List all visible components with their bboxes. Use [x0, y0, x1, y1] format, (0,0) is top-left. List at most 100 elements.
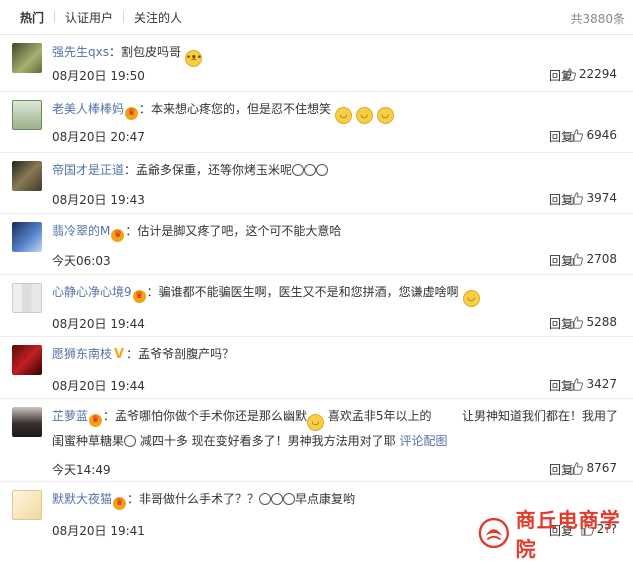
- comment-colon: ：: [126, 347, 139, 361]
- doge-emoji-icon: •ᴥ•: [184, 50, 202, 67]
- comment-line: 芷萝蓝 ♛ ：孟爷哪怕你做个手术你还是那么幽默 ◡ 喜欢孟非5年以上的 让男神知道我们…: [52, 406, 625, 451]
- member-badge-icon: ♛: [111, 229, 125, 242]
- reply-button[interactable]: 回复: [549, 252, 573, 269]
- comment-item: 翡冷翠的M ♛ ：估计是脚又疼了吧，这个可不能大意哈 今天06:03 回复 2708: [0, 214, 633, 275]
- smile-emoji-icon: [316, 164, 329, 176]
- member-badge-icon: ♛: [132, 290, 146, 303]
- thumbs-up-icon: [570, 252, 584, 266]
- reply-button[interactable]: 回复: [549, 315, 573, 332]
- comment-time: 08月20日 19:43: [52, 193, 145, 207]
- tab-verified-users[interactable]: 认证用户: [55, 9, 123, 26]
- smile-emoji-icon: [292, 164, 305, 176]
- member-badge-icon: ♛: [89, 414, 103, 427]
- thumbs-up-icon: [570, 191, 584, 205]
- comment-time: 08月20日 19:44: [52, 379, 145, 393]
- comment-username[interactable]: 帝国才是正道: [52, 163, 124, 177]
- avatar[interactable]: [12, 43, 42, 73]
- avatar[interactable]: [12, 490, 42, 520]
- like-count: 6946: [586, 128, 617, 142]
- reply-button[interactable]: 回复: [549, 461, 573, 478]
- comment-username[interactable]: 强先生qxs: [52, 45, 109, 59]
- comment-colon: ：: [125, 224, 138, 238]
- like-button[interactable]: 2708: [570, 252, 617, 266]
- tab-following[interactable]: 关注的人: [124, 9, 192, 26]
- comment-item: 芷萝蓝 ♛ ：孟爷哪怕你做个手术你还是那么幽默 ◡ 喜欢孟非5年以上的 让男神知道我们…: [0, 399, 633, 482]
- comment-time: 08月20日 20:47: [52, 130, 145, 144]
- sparkle-emoji-icon: [124, 435, 137, 447]
- thumbs-up-icon: [570, 377, 584, 391]
- smile-emoji-icon: [304, 164, 317, 176]
- laughing-emoji-icon: ◡: [355, 107, 373, 124]
- comment-text: 本来想心疼您的，但是忍不住想笑: [151, 102, 332, 116]
- avatar[interactable]: [12, 100, 42, 130]
- crying-emoji-icon: [283, 493, 296, 505]
- comment-item: 心静心净心境9 ♛ ：骗谁都不能骗医生啊，医生又不是和您拼酒，您谦虚啥啊 ◡ 08月…: [0, 275, 633, 337]
- comment-line: 心静心净心境9 ♛ ：骗谁都不能骗医生啊，医生又不是和您拼酒，您谦虚啥啊 ◡: [52, 282, 625, 307]
- comment-username[interactable]: 心静心净心境9: [52, 285, 132, 299]
- like-count: 8767: [586, 461, 617, 475]
- comment-item: 强先生qxs：割包皮吗哥 •ᴥ• 08月20日 19:50 回复 22294: [0, 35, 633, 92]
- like-count: 3974: [586, 191, 617, 205]
- comment-item: 愿狮东南枝 V ：孟爷爷剖腹产吗？ 08月20日 19:44 回复 3427: [0, 337, 633, 399]
- like-button[interactable]: 5288: [570, 315, 617, 329]
- comment-colon: ：: [127, 492, 140, 506]
- comment-username[interactable]: 默默大夜猫: [52, 492, 112, 506]
- comment-time: 今天14:49: [52, 463, 111, 477]
- like-button[interactable]: 3974: [570, 191, 617, 205]
- laughing-emoji-icon: ◡: [376, 107, 394, 124]
- laughing-emoji-icon: ◡: [334, 107, 352, 124]
- crying-emoji-icon: [259, 493, 272, 505]
- comment-text-part: 非哥做什么手术了？？: [139, 492, 260, 506]
- like-button[interactable]: 6946: [570, 128, 617, 142]
- like-button[interactable]: 3427: [570, 377, 617, 391]
- thumbs-up-icon: [570, 128, 584, 142]
- comment-line: 翡冷翠的M ♛ ：估计是脚又疼了吧，这个可不能大意哈: [52, 221, 625, 242]
- avatar[interactable]: [12, 345, 42, 375]
- comment-total-count: 共3880条: [570, 12, 625, 26]
- comment-line: 强先生qxs：割包皮吗哥 •ᴥ•: [52, 42, 625, 67]
- like-count: 22294: [578, 67, 617, 81]
- comment-item: 帝国才是正道：孟爺多保重，还等你烤玉米呢 08月20日 19:43 回复 397…: [0, 153, 633, 214]
- comment-colon: ：: [146, 285, 159, 299]
- comment-text-part: 孟爷哪怕你做个手术你还是那么幽默: [115, 409, 308, 423]
- comment-username[interactable]: 翡冷翠的M: [52, 224, 110, 238]
- thumbs-up-icon: [563, 67, 576, 81]
- comment-username[interactable]: 老美人棒棒妈: [52, 102, 124, 116]
- comment-item: 老美人棒棒妈 ♛ ：本来想心疼您的，但是忍不住想笑 ◡ ◡ ◡ 08月20日 20:…: [0, 92, 633, 153]
- reply-button[interactable]: 回复: [549, 191, 573, 208]
- comment-text: 估计是脚又疼了吧，这个可不能大意哈: [137, 224, 342, 238]
- avatar[interactable]: [12, 283, 42, 313]
- comment-username[interactable]: 芷萝蓝: [52, 409, 88, 423]
- comment-line: 帝国才是正道：孟爺多保重，还等你烤玉米呢: [52, 160, 625, 180]
- comment-text: 割包皮吗哥: [121, 45, 182, 59]
- avatar[interactable]: [12, 222, 42, 252]
- comment-colon: ：: [139, 102, 152, 116]
- comment-username[interactable]: 愿狮东南枝: [52, 347, 112, 361]
- watermark-text: 商丘电商学院: [515, 508, 621, 561]
- comment-image-link[interactable]: 评论配图: [400, 434, 448, 448]
- like-count: 3427: [586, 377, 617, 391]
- comment-time: 08月20日 19:41: [52, 524, 145, 538]
- verified-v-icon: V: [114, 347, 125, 362]
- like-button[interactable]: 8767: [570, 461, 617, 475]
- comment-line: 老美人棒棒妈 ♛ ：本来想心疼您的，但是忍不住想笑 ◡ ◡ ◡: [52, 99, 625, 124]
- like-button[interactable]: 22294: [563, 67, 617, 81]
- thumbs-up-icon: [570, 315, 584, 329]
- avatar[interactable]: [12, 161, 42, 191]
- avatar[interactable]: [12, 407, 42, 437]
- comment-text: 孟爷爷剖腹产吗？: [138, 347, 235, 361]
- comment-text-part: 减四十多 现在变好看多了！男神我方法用对了耶: [139, 434, 396, 448]
- comment-time: 08月20日 19:44: [52, 317, 145, 331]
- tab-hot[interactable]: 热门: [10, 9, 54, 26]
- reply-button[interactable]: 回复: [549, 377, 573, 394]
- comment-tabs: 热门 认证用户 关注的人 共3880条: [0, 0, 633, 35]
- comment-colon: ：: [108, 45, 121, 59]
- comment-text-part: 喜欢孟非5年以上的: [327, 409, 432, 423]
- crying-laugh-emoji-icon: ◡: [307, 414, 325, 431]
- like-count: 5288: [586, 315, 617, 329]
- member-badge-icon: ♛: [125, 107, 139, 120]
- reply-button[interactable]: 回复: [549, 128, 573, 145]
- watermark-logo-icon: [478, 517, 509, 549]
- member-badge-icon: ♛: [113, 497, 127, 510]
- comment-text-part: 早点康复哟: [295, 492, 356, 506]
